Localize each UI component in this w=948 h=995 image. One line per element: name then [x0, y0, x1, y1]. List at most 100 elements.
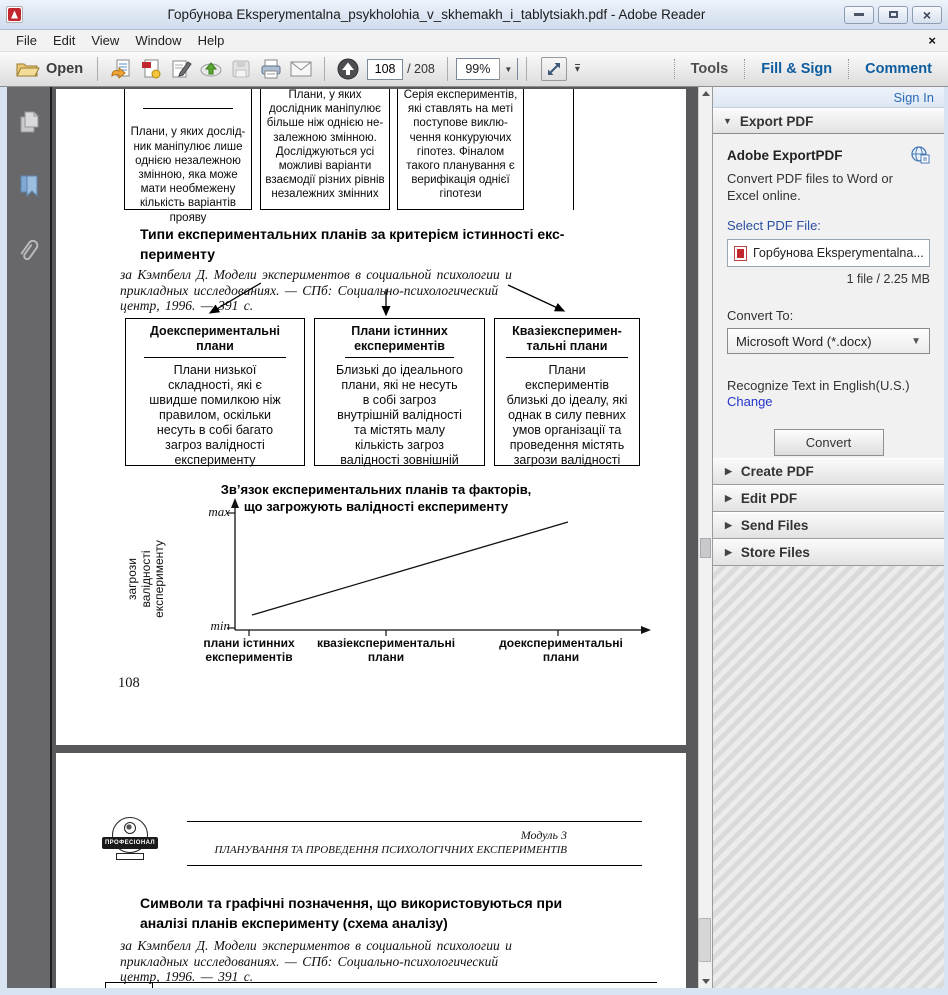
zoom-level-value[interactable]: 99% — [457, 62, 499, 76]
export-pdf-header-label: Export PDF — [740, 114, 814, 129]
logo-base — [116, 853, 144, 860]
adobe-reader-window: Горбунова Eksperymentalna_psykholohia_v_… — [0, 0, 948, 995]
citation-2: за Кэмпбелл Д. Модели экспериментов в со… — [120, 938, 640, 985]
chart-x-label-quasi: квазіекспериментальні плани — [291, 637, 481, 664]
selected-file-box[interactable]: Горбунова Eksperymentalna... — [727, 239, 930, 267]
pdf-page-109: ПРОФЕСІОНАЛ Модуль 3 ПЛАНУВАННЯ ТА ПРОВЕ… — [56, 753, 686, 988]
menu-view[interactable]: View — [83, 31, 127, 50]
print-button[interactable] — [258, 57, 284, 81]
store-files-section[interactable]: ▶ Store Files — [713, 539, 944, 566]
module-label: Модуль 3 — [187, 828, 567, 843]
table-column-divider — [152, 982, 153, 988]
page-up-button[interactable] — [335, 57, 361, 81]
page-thumbnails-button[interactable] — [16, 109, 42, 135]
minimize-button[interactable] — [844, 6, 874, 24]
email-button[interactable] — [288, 57, 314, 81]
online-globe-icon — [910, 146, 930, 164]
bookmarks-button[interactable] — [16, 173, 42, 199]
file-info: 1 file / 2.25 MB — [727, 272, 930, 286]
window-bottom-border — [0, 988, 948, 995]
scroll-up-icon — [702, 91, 710, 96]
page-thumbnails-icon — [17, 110, 41, 134]
scroll-up-button[interactable] — [699, 87, 712, 100]
dropdown-arrow-icon: ▼ — [911, 336, 921, 347]
document-scrollbar[interactable] — [698, 87, 712, 988]
recognize-text-label: Recognize Text in English(U.S.) — [727, 378, 930, 393]
scheme-box-series: Серія експериментів, які ставлять на мет… — [397, 89, 524, 210]
chart-max-label: max — [160, 504, 230, 520]
page-total-label: / 208 — [407, 62, 435, 76]
menubar: File Edit View Window Help × — [0, 30, 948, 52]
window-right-border — [944, 87, 948, 988]
plan-box-true-experiments: Плани істинних експериментів Близькі до … — [314, 318, 485, 466]
edit-pdf-section[interactable]: ▶ Edit PDF — [713, 485, 944, 512]
paperclip-icon — [18, 237, 40, 263]
document-pane[interactable]: Плани, у яких дослід- ник маніпулює лише… — [52, 87, 698, 988]
pdf-page-108: Плани, у яких дослід- ник маніпулює лише… — [56, 89, 686, 745]
convert-format-dropdown[interactable]: Microsoft Word (*.docx) ▼ — [727, 328, 930, 354]
share-document-button[interactable] — [108, 57, 134, 81]
email-envelope-icon — [290, 61, 312, 77]
minimize-icon — [854, 13, 864, 16]
triangle-right-icon: ▶ — [725, 520, 732, 531]
menubar-close-icon[interactable]: × — [924, 33, 940, 48]
tools-button[interactable]: Tools — [685, 59, 735, 79]
window-left-border — [0, 87, 7, 988]
create-pdf-button[interactable] — [138, 57, 164, 81]
page-number-input[interactable] — [367, 59, 403, 80]
main-content: Плани, у яких дослід- ник маніпулює лише… — [0, 87, 948, 988]
send-files-section[interactable]: ▶ Send Files — [713, 512, 944, 539]
save-floppy-icon — [231, 59, 251, 79]
export-pdf-header[interactable]: ▼ Export PDF — [713, 108, 944, 134]
sign-in-bar: Sign In — [713, 87, 944, 108]
scroll-down-button[interactable] — [699, 975, 712, 988]
maximize-icon — [889, 11, 898, 18]
menu-file[interactable]: File — [8, 31, 45, 50]
export-pdf-body: Adobe ExportPDF Convert PDF files to Wor… — [713, 134, 944, 458]
sign-in-link[interactable]: Sign In — [894, 90, 934, 105]
plan-box-quasiexperimental: Квазіексперимен- тальні плани Плани експ… — [494, 318, 640, 466]
table-top-border — [105, 982, 657, 983]
panel-splitter-grip[interactable] — [698, 918, 711, 962]
menu-edit[interactable]: Edit — [45, 31, 83, 50]
sign-document-button[interactable] — [168, 57, 194, 81]
comment-button[interactable]: Comment — [859, 59, 938, 79]
zoom-control: 99% ▼ — [456, 58, 518, 80]
selected-file-name: Горбунова Eksperymentalna... — [753, 246, 923, 260]
branch-arrows — [56, 277, 686, 321]
fill-sign-button[interactable]: Fill & Sign — [755, 59, 838, 79]
open-button[interactable]: Open — [10, 58, 89, 80]
close-button[interactable]: × — [912, 6, 942, 24]
toolbar-overflow-button[interactable]: ▾ — [575, 64, 580, 74]
menu-help[interactable]: Help — [190, 31, 233, 50]
resize-arrows-icon — [546, 61, 562, 77]
export-description: Convert PDF files to Word or Excel onlin… — [727, 170, 917, 204]
navigation-sidebar — [7, 87, 52, 988]
convert-button[interactable]: Convert — [774, 429, 884, 456]
adobe-reader-app-icon — [6, 6, 23, 23]
triangle-down-icon: ▼ — [723, 116, 732, 126]
send-files-label: Send Files — [741, 518, 809, 533]
change-link[interactable]: Change — [727, 394, 930, 409]
adobe-exportpdf-title: Adobe ExportPDF — [727, 148, 843, 163]
sign-document-icon — [170, 59, 192, 79]
convert-format-value: Microsoft Word (*.docx) — [736, 334, 872, 349]
scrollbar-thumb[interactable] — [700, 538, 711, 558]
logo-globe-icon — [124, 822, 136, 834]
window-titlebar[interactable]: Горбунова Eksperymentalna_psykholohia_v_… — [0, 0, 948, 30]
zoom-dropdown-icon: ▼ — [504, 65, 512, 74]
cloud-upload-button[interactable] — [198, 57, 224, 81]
open-button-label: Open — [46, 61, 83, 77]
save-button[interactable] — [228, 57, 254, 81]
toolbar: Open / 208 99% ▼ — [0, 52, 948, 87]
attachments-button[interactable] — [16, 237, 42, 263]
menu-window[interactable]: Window — [127, 31, 189, 50]
tools-panel: Sign In ▼ Export PDF Adobe ExportPDF Con… — [712, 87, 944, 988]
maximize-button[interactable] — [878, 6, 908, 24]
section-heading-1: Типи експериментальних планів за критері… — [140, 225, 630, 264]
header-rule-bottom — [187, 865, 642, 866]
zoom-dropdown-button[interactable]: ▼ — [499, 58, 517, 80]
page-number: 108 — [118, 675, 140, 692]
create-pdf-section[interactable]: ▶ Create PDF — [713, 458, 944, 485]
fit-window-button[interactable] — [541, 57, 567, 81]
